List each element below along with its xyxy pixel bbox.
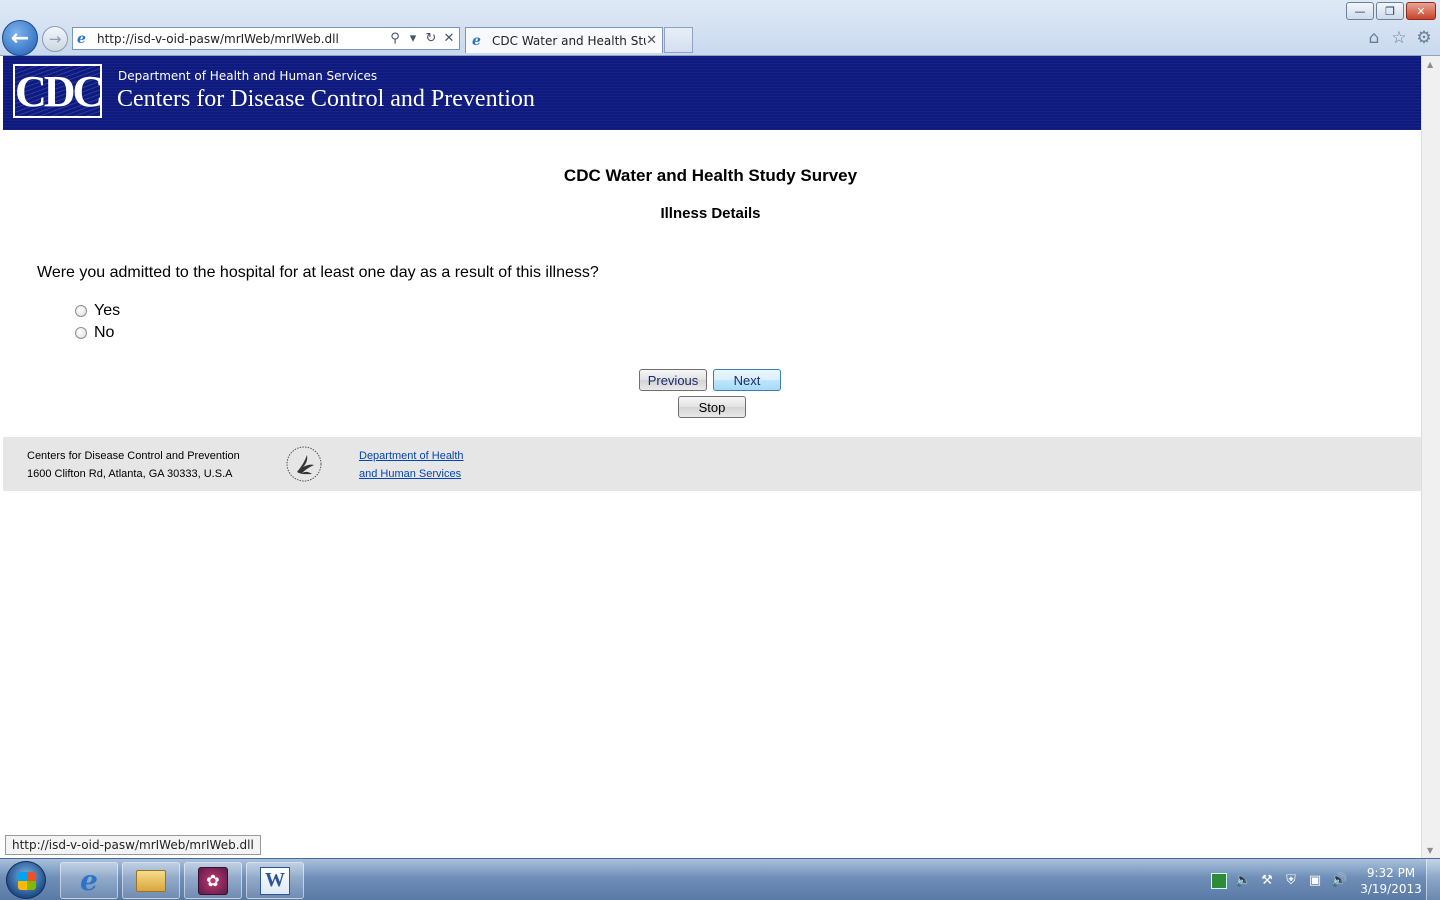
next-button[interactable]: Next [713,369,781,391]
option-yes[interactable]: Yes [75,302,120,320]
tools-tray-icon[interactable]: ⚒ [1259,873,1275,889]
agency-name: Centers for Disease Control and Preventi… [117,86,535,112]
gear-icon[interactable]: ⚙ [1414,28,1434,48]
previous-button[interactable]: Previous [639,369,707,391]
taskbar-app[interactable]: ✿ [184,862,242,899]
restore-button[interactable]: ❐ [1376,2,1404,20]
address-url[interactable]: http://isd-v-oid-pasw/mrIWeb/mrIWeb.dll [97,32,387,46]
star-icon[interactable]: ☆ [1389,28,1409,48]
dropdown-icon[interactable]: ▾ [405,31,421,46]
hhs-eagle-icon [286,446,322,482]
speaker-alert-icon[interactable]: 🔈 [1235,873,1251,889]
windows-taskbar: e ✿ W 🔈 ⚒ ⛨ ▣ 🔊 9:32 PM 3/19/2013 [0,858,1440,900]
forward-button[interactable]: → [42,26,68,52]
address-bar[interactable]: e http://isd-v-oid-pasw/mrIWeb/mrIWeb.dl… [72,27,460,50]
new-tab-button[interactable] [664,27,693,53]
stop-icon[interactable]: ✕ [441,31,457,46]
ie-tab-icon: e [472,32,481,49]
window-controls: — ❐ ✕ [1346,2,1436,20]
network-tray-icon[interactable] [1211,873,1227,889]
footer-org: Centers for Disease Control and Preventi… [27,450,240,462]
refresh-icon[interactable]: ↻ [423,31,439,46]
monitor-tray-icon[interactable]: ▣ [1307,873,1323,889]
tab-title: CDC Water and Health Study [492,33,646,48]
close-button[interactable]: ✕ [1406,2,1436,20]
vertical-scrollbar[interactable]: ▲ ▼ [1421,56,1440,858]
section-title: Illness Details [660,205,761,222]
scroll-up-icon[interactable]: ▲ [1427,60,1433,69]
cdc-logo: CDC [13,64,104,118]
hhs-link-line2[interactable]: and Human Services [359,468,461,480]
browser-chrome: — ❐ ✕ ← → e http://isd-v-oid-pasw/mrIWeb… [0,0,1440,56]
no-radio[interactable] [75,327,87,339]
browser-tab[interactable]: e CDC Water and Health Study ✕ [465,27,663,53]
clock-time[interactable]: 9:32 PM [1360,866,1422,880]
start-button[interactable] [6,861,46,899]
option-no[interactable]: No [75,324,114,342]
status-url-tooltip: http://isd-v-oid-pasw/mrIWeb/mrIWeb.dll [5,835,261,855]
windows-logo-icon [18,872,36,890]
show-desktop-button[interactable] [1426,859,1440,900]
stop-button[interactable]: Stop [678,396,746,418]
yes-radio[interactable] [75,305,87,317]
app-icon: ✿ [198,866,228,895]
survey-title: CDC Water and Health Study Survey [563,166,858,185]
ie-page-icon: e [77,30,86,47]
footer-address: 1600 Clifton Rd, Atlanta, GA 30333, U.S.… [27,468,233,480]
taskbar-internet-explorer[interactable]: e [60,862,118,899]
word-icon: W [260,866,290,895]
cdc-banner: CDC Department of Health and Human Servi… [3,56,1421,130]
volume-icon[interactable]: 🔊 [1331,873,1347,889]
security-shield-icon[interactable]: ⛨ [1283,873,1299,889]
yes-label[interactable]: Yes [94,302,120,320]
department-name: Department of Health and Human Services [118,69,378,83]
search-icon[interactable]: ⚲ [387,31,403,46]
question-text: Were you admitted to the hospital for at… [37,264,599,281]
page-footer: Centers for Disease Control and Preventi… [3,437,1421,491]
clock-date[interactable]: 3/19/2013 [1360,882,1422,896]
tab-close-icon[interactable]: ✕ [646,33,657,48]
back-button[interactable]: ← [2,20,38,56]
minimize-button[interactable]: — [1346,2,1374,20]
no-label[interactable]: No [94,324,114,342]
taskbar-windows-explorer[interactable] [122,862,180,899]
scroll-down-icon[interactable]: ▼ [1427,846,1433,855]
folder-icon [136,869,166,892]
home-icon[interactable]: ⌂ [1364,28,1384,48]
hhs-link-line1[interactable]: Department of Health [359,450,464,462]
taskbar-microsoft-word[interactable]: W [246,862,304,899]
